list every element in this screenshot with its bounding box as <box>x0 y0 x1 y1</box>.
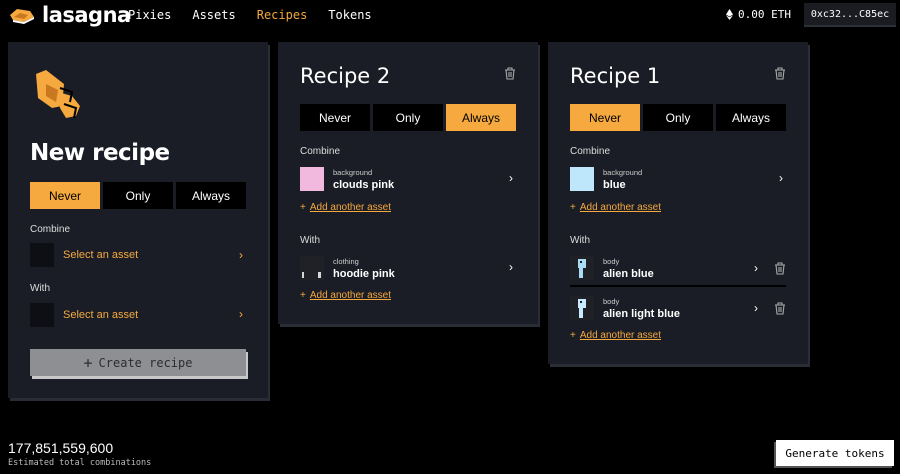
trash-icon[interactable] <box>504 67 516 80</box>
with-asset-select[interactable]: Select an asset <box>30 302 248 328</box>
asset-placeholder-swatch <box>30 303 54 327</box>
total-combinations-value: 177,851,559,600 <box>8 440 114 456</box>
recipe-mode-toggle: Never Only Always <box>300 104 516 131</box>
top-bar: lasagna Pixies Assets Recipes Tokens 0.0… <box>0 0 900 30</box>
divider <box>570 285 786 287</box>
nav-pixies[interactable]: Pixies <box>128 8 171 22</box>
recipe-mode-toggle: Never Only Always <box>570 104 786 131</box>
asset-name: alien light blue <box>603 307 681 320</box>
with-label: With <box>30 283 50 294</box>
recipe-logo-icon <box>36 70 80 119</box>
chevron-right-icon[interactable]: › <box>239 248 243 262</box>
with-select-text: Select an asset <box>63 309 139 321</box>
chevron-right-icon[interactable]: › <box>509 260 513 274</box>
option-never[interactable]: Never <box>300 104 370 131</box>
new-recipe-mode-toggle: Never Only Always <box>30 182 246 209</box>
nav-recipes[interactable]: Recipes <box>257 8 308 22</box>
asset-category: body <box>603 256 620 266</box>
with-asset-item[interactable]: body alien blue <box>570 255 654 281</box>
asset-placeholder-swatch <box>30 243 54 267</box>
chevron-right-icon[interactable]: › <box>779 171 783 185</box>
plus-icon: + <box>83 353 93 372</box>
nav-assets[interactable]: Assets <box>192 8 235 22</box>
ethereum-icon <box>726 9 733 20</box>
recipe-title: Recipe 1 <box>570 64 661 88</box>
option-only[interactable]: Only <box>643 104 713 131</box>
new-recipe-panel: New recipe Never Only Always Combine Sel… <box>8 42 268 398</box>
main-nav: Pixies Assets Recipes Tokens <box>128 8 372 22</box>
combine-label: Combine <box>570 146 611 157</box>
app-name: lasagna <box>42 3 131 27</box>
alien-body-thumbnail-icon <box>570 296 594 320</box>
lasagna-logo-icon <box>10 9 34 24</box>
trash-icon[interactable] <box>774 302 786 315</box>
add-another-asset-link[interactable]: + Add another asset <box>300 202 391 213</box>
option-only[interactable]: Only <box>103 182 173 209</box>
with-label: With <box>300 235 320 246</box>
add-another-asset-link[interactable]: + Add another asset <box>570 202 661 213</box>
with-label: With <box>570 235 590 246</box>
combine-label: Combine <box>30 224 71 235</box>
generate-tokens-button[interactable]: Generate tokens <box>776 440 894 466</box>
asset-name: alien blue <box>603 267 654 280</box>
asset-name: clouds pink <box>333 178 395 191</box>
asset-swatch <box>570 167 594 191</box>
create-recipe-button[interactable]: + Create recipe <box>30 349 246 376</box>
combine-asset-select[interactable]: Select an asset <box>30 242 248 268</box>
asset-category: background <box>603 167 643 177</box>
nav-tokens[interactable]: Tokens <box>328 8 371 22</box>
combine-asset-item[interactable]: background clouds pink <box>300 166 394 192</box>
plus-icon: + <box>300 202 306 213</box>
eth-balance: 0.00 ETH <box>726 8 791 21</box>
chevron-right-icon[interactable]: › <box>509 171 513 185</box>
combine-label: Combine <box>300 146 341 157</box>
option-never[interactable]: Never <box>30 182 100 209</box>
add-asset-label: Add another asset <box>309 290 392 301</box>
chevron-right-icon[interactable]: › <box>754 261 758 275</box>
logo[interactable]: lasagna <box>8 3 131 27</box>
new-recipe-title: New recipe <box>30 140 170 166</box>
add-another-asset-link[interactable]: + Add another asset <box>570 330 661 341</box>
asset-category: background <box>333 167 373 177</box>
combine-asset-item[interactable]: background blue <box>570 166 642 192</box>
plus-icon: + <box>300 290 306 301</box>
recipe-title: Recipe 2 <box>300 64 391 88</box>
with-asset-item[interactable]: clothing hoodie pink <box>300 255 395 281</box>
option-always[interactable]: Always <box>446 104 516 131</box>
balance-value: 0.00 ETH <box>738 8 791 21</box>
option-only[interactable]: Only <box>373 104 443 131</box>
recipe-1-panel: Recipe 1 Never Only Always Combine backg… <box>548 42 808 364</box>
option-always[interactable]: Always <box>176 182 246 209</box>
hoodie-thumbnail-icon <box>300 256 324 280</box>
option-always[interactable]: Always <box>716 104 786 131</box>
plus-icon: + <box>570 202 576 213</box>
trash-icon[interactable] <box>774 67 786 80</box>
asset-category: body <box>603 296 620 306</box>
chevron-right-icon[interactable]: › <box>754 301 758 315</box>
asset-category: clothing <box>333 256 359 266</box>
recipe-2-panel: Recipe 2 Never Only Always Combine backg… <box>278 42 538 324</box>
with-asset-item[interactable]: body alien light blue <box>570 295 680 321</box>
asset-name: blue <box>603 178 626 191</box>
plus-icon: + <box>570 330 576 341</box>
add-asset-label: Add another asset <box>579 330 662 341</box>
add-asset-label: Add another asset <box>579 202 662 213</box>
alien-body-thumbnail-icon <box>570 256 594 280</box>
asset-name: hoodie pink <box>333 267 395 280</box>
chevron-right-icon[interactable]: › <box>239 307 243 321</box>
option-never[interactable]: Never <box>570 104 640 131</box>
trash-icon[interactable] <box>774 262 786 275</box>
add-another-asset-link[interactable]: + Add another asset <box>300 290 391 301</box>
add-asset-label: Add another asset <box>309 202 392 213</box>
combine-select-text: Select an asset <box>63 249 139 261</box>
create-recipe-label: Create recipe <box>98 355 193 370</box>
asset-swatch <box>300 167 324 191</box>
total-combinations-label: Estimated total combinations <box>8 458 152 468</box>
wallet-address-button[interactable]: 0xc32...C85ec <box>804 3 896 27</box>
